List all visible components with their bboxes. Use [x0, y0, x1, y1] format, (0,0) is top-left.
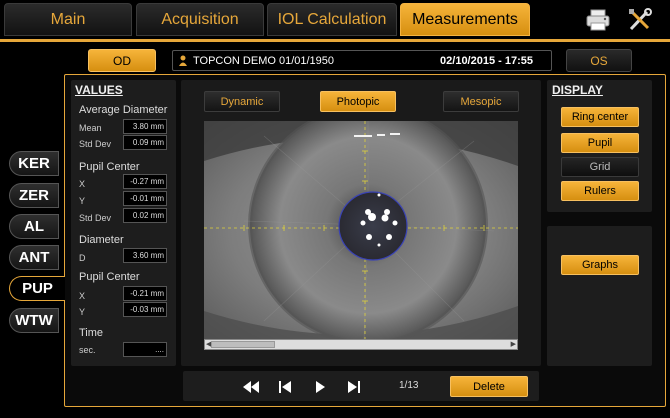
scroll-thumb[interactable] [211, 341, 275, 348]
grid-toggle[interactable]: Grid [561, 157, 639, 177]
pupil-center2-x-label: X [79, 291, 86, 301]
diameter-title: Diameter [79, 234, 124, 246]
pupil-center-y-label: Y [79, 196, 86, 206]
diameter-d-label: D [79, 253, 86, 263]
time-sec-value: .... [123, 342, 167, 357]
diameter-d-value: 3.60 mm [123, 248, 167, 263]
tab-main[interactable]: Main [4, 3, 132, 36]
side-tab-ant[interactable]: ANT [9, 245, 59, 270]
pupil-center-x-value: -0.27 mm [123, 174, 167, 189]
tab-iol-calculation[interactable]: IOL Calculation [267, 3, 397, 36]
time-sec-label: sec. [79, 345, 96, 355]
eye-image[interactable] [204, 121, 518, 339]
time-title: Time [79, 327, 104, 339]
pupil-center-std-label: Std Dev [79, 213, 112, 223]
side-tab-zer[interactable]: ZER [9, 183, 59, 208]
pupil-center-y-value: -0.01 mm [123, 191, 167, 206]
values-heading: VALUES [75, 83, 123, 97]
side-tab-ker[interactable]: KER [9, 151, 59, 176]
mean-label: Mean [79, 123, 102, 133]
mean-value: 3.80 mm [123, 119, 167, 134]
side-tab-wtw[interactable]: WTW [9, 308, 59, 333]
pupil-center-std-value: 0.02 mm [123, 208, 167, 223]
display-heading: DISPLAY [552, 83, 603, 97]
play-icon[interactable] [309, 378, 331, 396]
rulers-toggle[interactable]: Rulers [561, 181, 639, 201]
pupil-center-title: Pupil Center [79, 161, 140, 173]
side-tab-pup[interactable]: PUP [9, 276, 65, 301]
od-button[interactable]: OD [88, 49, 156, 72]
printer-icon[interactable] [583, 6, 613, 34]
exam-datetime: 02/10/2015 - 17:55 [440, 54, 533, 67]
pupil-center-x-label: X [79, 179, 86, 189]
photopic-button[interactable]: Photopic [320, 91, 396, 112]
frame-counter: 1/13 [399, 380, 419, 391]
os-button[interactable]: OS [566, 49, 632, 72]
tools-icon[interactable] [625, 6, 655, 34]
tab-underline [0, 39, 670, 42]
previous-frame-icon[interactable] [274, 378, 296, 396]
pupil-center2-y-value: -0.03 mm [123, 302, 167, 317]
std-dev-label: Std Dev [79, 139, 112, 149]
graphs-button[interactable]: Graphs [561, 255, 639, 275]
next-frame-icon[interactable] [343, 378, 365, 396]
std-dev-value: 0.09 mm [123, 135, 167, 150]
tab-measurements[interactable]: Measurements [400, 3, 530, 36]
side-tab-al[interactable]: AL [9, 214, 59, 239]
dynamic-button[interactable]: Dynamic [204, 91, 280, 112]
tab-acquisition[interactable]: Acquisition [136, 3, 264, 36]
scroll-right-icon[interactable]: ▶ [511, 340, 516, 349]
ring-center-toggle[interactable]: Ring center [561, 107, 639, 127]
pupil-center2-title: Pupil Center [79, 271, 140, 283]
pupil-toggle[interactable]: Pupil [561, 133, 639, 153]
graphs-panel [547, 226, 652, 366]
patient-bar: TOPCON DEMO 01/01/1950 02/10/2015 - 17:5… [172, 50, 552, 71]
delete-button[interactable]: Delete [450, 376, 528, 397]
values-panel: VALUES Average Diameter Mean 3.80 mm Std… [71, 80, 176, 366]
patient-icon [179, 55, 187, 66]
image-scrollbar[interactable]: ◀ ▶ [204, 339, 518, 350]
pupil-center2-x-value: -0.21 mm [123, 286, 167, 301]
pupil-center2-y-label: Y [79, 307, 86, 317]
average-diameter-title: Average Diameter [79, 104, 168, 116]
patient-name: TOPCON DEMO 01/01/1950 [193, 54, 335, 67]
mesopic-button[interactable]: Mesopic [443, 91, 519, 112]
first-frame-icon[interactable] [240, 378, 262, 396]
